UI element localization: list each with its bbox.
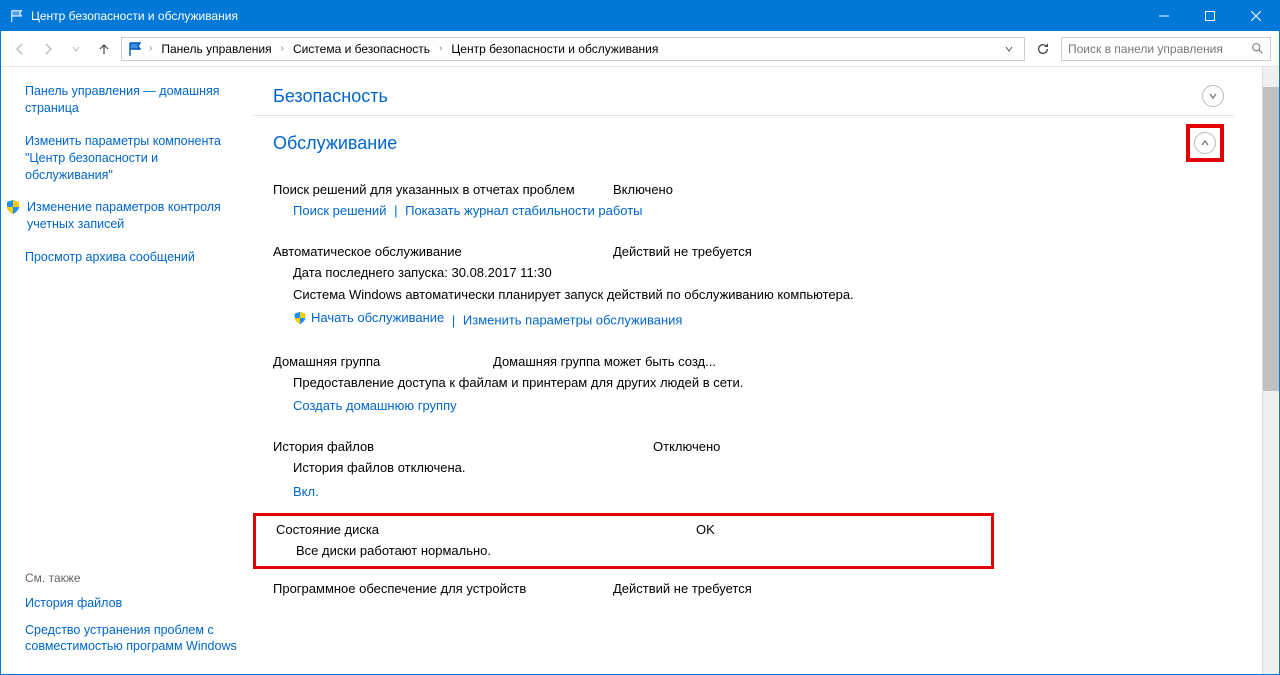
link-filehistory-on[interactable]: Вкл. [293, 484, 319, 499]
report-label: Поиск решений для указанных в отчетах пр… [273, 182, 613, 197]
chevron-down-icon[interactable] [1202, 85, 1224, 107]
link-create-homegroup[interactable]: Создать домашнюю группу [293, 398, 457, 413]
filehistory-status: Отключено [653, 439, 720, 454]
chevron-right-icon: › [146, 43, 155, 54]
auto-status: Действий не требуется [613, 244, 752, 259]
report-status: Включено [613, 182, 673, 197]
filehistory-desc: История файлов отключена. [273, 458, 1224, 478]
sidebar: Панель управления — домашняя страница Из… [1, 67, 253, 674]
shield-icon [293, 311, 307, 325]
homegroup-desc: Предоставление доступа к файлам и принте… [273, 373, 1224, 393]
auto-lastrun: Дата последнего запуска: 30.08.2017 11:3… [273, 263, 1224, 283]
breadcrumb-dropdown[interactable] [1004, 44, 1020, 54]
minimize-button[interactable] [1141, 1, 1187, 31]
recent-dropdown[interactable] [65, 38, 87, 60]
block-disk-status: Состояние диска OK Все диски работают но… [253, 513, 994, 570]
search-input[interactable]: Поиск в панели управления [1061, 37, 1271, 61]
auto-label: Автоматическое обслуживание [273, 244, 613, 259]
sidebar-bottom-file-history[interactable]: История файлов [25, 595, 243, 611]
link-start-maintenance[interactable]: Начать обслуживание [293, 310, 444, 325]
filehistory-label: История файлов [273, 439, 653, 454]
devicesw-label: Программное обеспечение для устройств [273, 581, 613, 596]
back-button[interactable] [9, 38, 31, 60]
sidebar-home-link[interactable]: Панель управления — домашняя страница [25, 83, 243, 117]
link-reliability-history[interactable]: Показать журнал стабильности работы [405, 203, 642, 218]
see-also-label: См. также [25, 571, 243, 585]
search-placeholder: Поиск в панели управления [1068, 42, 1223, 56]
maximize-button[interactable] [1187, 1, 1233, 31]
homegroup-status: Домашняя группа может быть созд... [493, 354, 716, 369]
search-icon [1251, 42, 1264, 55]
content-area: Безопасность Обслуживание Поиск решений … [253, 67, 1262, 674]
vertical-scrollbar[interactable] [1262, 67, 1279, 674]
close-button[interactable] [1233, 1, 1279, 31]
titlebar: Центр безопасности и обслуживания [1, 1, 1279, 31]
app-flag-icon [9, 8, 25, 24]
chevron-up-icon[interactable] [1194, 132, 1216, 154]
section-security-header[interactable]: Безопасность [253, 77, 1234, 116]
chevron-right-icon: › [436, 43, 445, 54]
shield-icon [5, 199, 21, 215]
toolbar: › Панель управления › Система и безопасн… [1, 31, 1279, 67]
breadcrumb-item[interactable]: Система и безопасность [289, 40, 434, 58]
block-report: Поиск решений для указанных в отчетах пр… [253, 170, 1234, 232]
link-find-solutions[interactable]: Поиск решений [293, 203, 386, 218]
homegroup-label: Домашняя группа [273, 354, 493, 369]
sidebar-link-archive[interactable]: Просмотр архива сообщений [25, 249, 243, 266]
scrollbar-thumb[interactable] [1263, 87, 1279, 391]
refresh-button[interactable] [1031, 37, 1055, 61]
section-maintenance-title: Обслуживание [273, 133, 397, 154]
sidebar-link-uac[interactable]: Изменение параметров контроля учетных за… [5, 199, 243, 233]
breadcrumb-item[interactable]: Панель управления [157, 40, 275, 58]
disk-status: OK [696, 522, 715, 537]
collapse-highlight [1186, 124, 1224, 162]
disk-label: Состояние диска [276, 522, 696, 537]
sidebar-bottom-compat[interactable]: Средство устранения проблем с совместимо… [25, 622, 243, 655]
window-title: Центр безопасности и обслуживания [31, 9, 1141, 23]
auto-desc: Система Windows автоматически планирует … [273, 285, 1224, 305]
link-maintenance-settings[interactable]: Изменить параметры обслуживания [463, 313, 683, 328]
up-button[interactable] [93, 38, 115, 60]
section-maintenance-header[interactable]: Обслуживание [253, 116, 1234, 170]
sidebar-link-settings[interactable]: Изменить параметры компонента "Центр без… [25, 133, 243, 184]
flag-icon [126, 40, 144, 58]
breadcrumb-item[interactable]: Центр безопасности и обслуживания [447, 40, 662, 58]
forward-button[interactable] [37, 38, 59, 60]
chevron-right-icon: › [278, 43, 287, 54]
block-file-history: История файлов Отключено История файлов … [253, 427, 1234, 513]
disk-desc: Все диски работают нормально. [276, 541, 981, 561]
devicesw-status: Действий не требуется [613, 581, 752, 596]
block-device-software: Программное обеспечение для устройств Де… [253, 569, 1234, 606]
breadcrumb[interactable]: › Панель управления › Система и безопасн… [121, 37, 1025, 61]
block-homegroup: Домашняя группа Домашняя группа может бы… [253, 342, 1234, 428]
section-security-title: Безопасность [273, 86, 388, 107]
block-auto-maintenance: Автоматическое обслуживание Действий не … [253, 232, 1234, 342]
